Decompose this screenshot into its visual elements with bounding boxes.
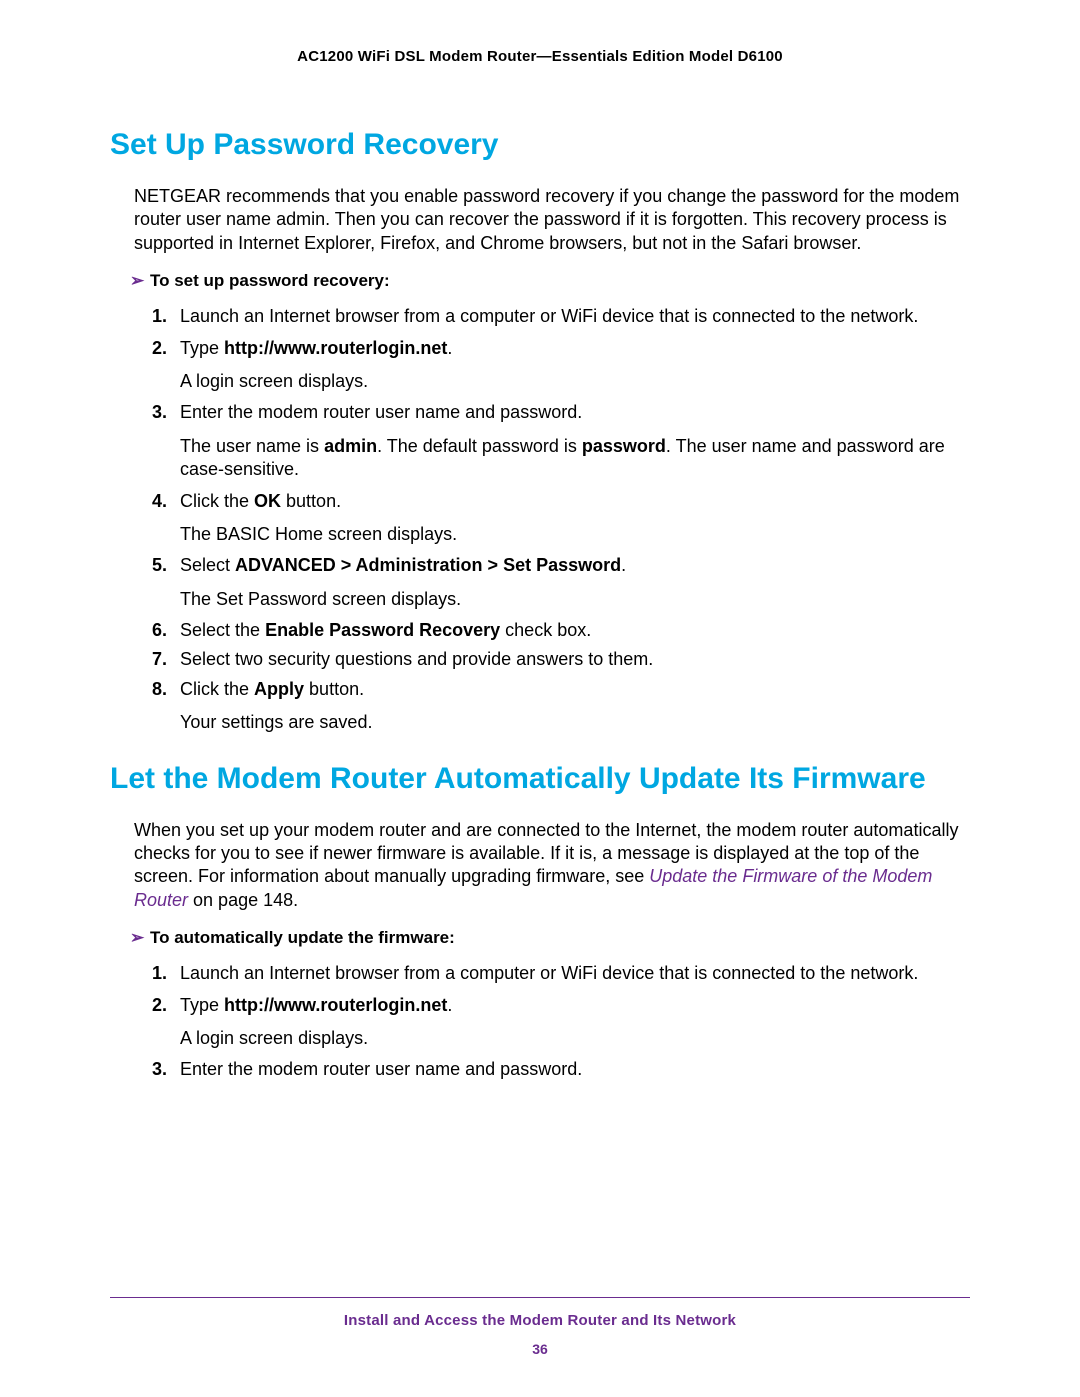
task-heading-2: ➢To automatically update the firmware: [110,928,970,948]
step-text: Select the Enable Password Recovery chec… [180,620,591,640]
step-sub: A login screen displays. [180,1027,970,1050]
step-text: Select ADVANCED > Administration > Set P… [180,555,626,575]
step-number: 3. [152,401,167,424]
step-sub: The BASIC Home screen displays. [180,523,970,546]
step-3: 3. Enter the modem router user name and … [180,401,970,481]
footer-chapter-title: Install and Access the Modem Router and … [110,1312,970,1329]
step-2: 2. Type http://www.routerlogin.net. A lo… [180,994,970,1051]
chevron-icon: ➢ [130,928,150,948]
step-text: Type http://www.routerlogin.net. [180,338,452,358]
step-number: 5. [152,554,167,577]
step-sub: Your settings are saved. [180,711,970,734]
step-sub: The Set Password screen displays. [180,588,970,611]
step-5: 5. Select ADVANCED > Administration > Se… [180,554,970,611]
intro-paragraph-1: NETGEAR recommends that you enable passw… [110,185,970,255]
step-sub: A login screen displays. [180,370,970,393]
step-number: 7. [152,648,167,671]
task-heading-1-text: To set up password recovery: [150,271,390,290]
step-number: 2. [152,337,167,360]
step-6: 6. Select the Enable Password Recovery c… [180,619,970,642]
heading-auto-update-firmware: Let the Modem Router Automatically Updat… [110,761,970,797]
step-sub: The user name is admin. The default pass… [180,435,970,482]
step-number: 2. [152,994,167,1017]
step-1: 1. Launch an Internet browser from a com… [180,962,970,985]
step-number: 4. [152,490,167,513]
intro-paragraph-2: When you set up your modem router and ar… [110,819,970,913]
footer-page-number: 36 [110,1341,970,1357]
step-text: Select two security questions and provid… [180,649,653,669]
step-text: Enter the modem router user name and pas… [180,1059,582,1079]
step-number: 6. [152,619,167,642]
step-number: 1. [152,962,167,985]
steps-list-2: 1. Launch an Internet browser from a com… [110,962,970,1082]
task-heading-1: ➢To set up password recovery: [110,271,970,291]
step-text: Launch an Internet browser from a comput… [180,963,918,983]
url-bold: http://www.routerlogin.net [224,995,447,1015]
step-number: 3. [152,1058,167,1081]
step-3: 3. Enter the modem router user name and … [180,1058,970,1081]
page: AC1200 WiFi DSL Modem Router—Essentials … [0,0,1080,1397]
step-number: 1. [152,305,167,328]
step-text: Enter the modem router user name and pas… [180,402,582,422]
step-7: 7. Select two security questions and pro… [180,648,970,671]
running-header: AC1200 WiFi DSL Modem Router—Essentials … [110,48,970,65]
step-8: 8. Click the Apply button. Your settings… [180,678,970,735]
step-4: 4. Click the OK button. The BASIC Home s… [180,490,970,547]
step-text: Launch an Internet browser from a comput… [180,306,918,326]
heading-set-up-password-recovery: Set Up Password Recovery [110,127,970,163]
step-2: 2. Type http://www.routerlogin.net. A lo… [180,337,970,394]
step-number: 8. [152,678,167,701]
chevron-icon: ➢ [130,271,150,291]
url-bold: http://www.routerlogin.net [224,338,447,358]
step-text: Click the OK button. [180,491,341,511]
page-footer: Install and Access the Modem Router and … [110,1297,970,1357]
step-text: Type http://www.routerlogin.net. [180,995,452,1015]
step-text: Click the Apply button. [180,679,364,699]
steps-list-1: 1. Launch an Internet browser from a com… [110,305,970,734]
task-heading-2-text: To automatically update the firmware: [150,928,455,947]
step-1: 1. Launch an Internet browser from a com… [180,305,970,328]
